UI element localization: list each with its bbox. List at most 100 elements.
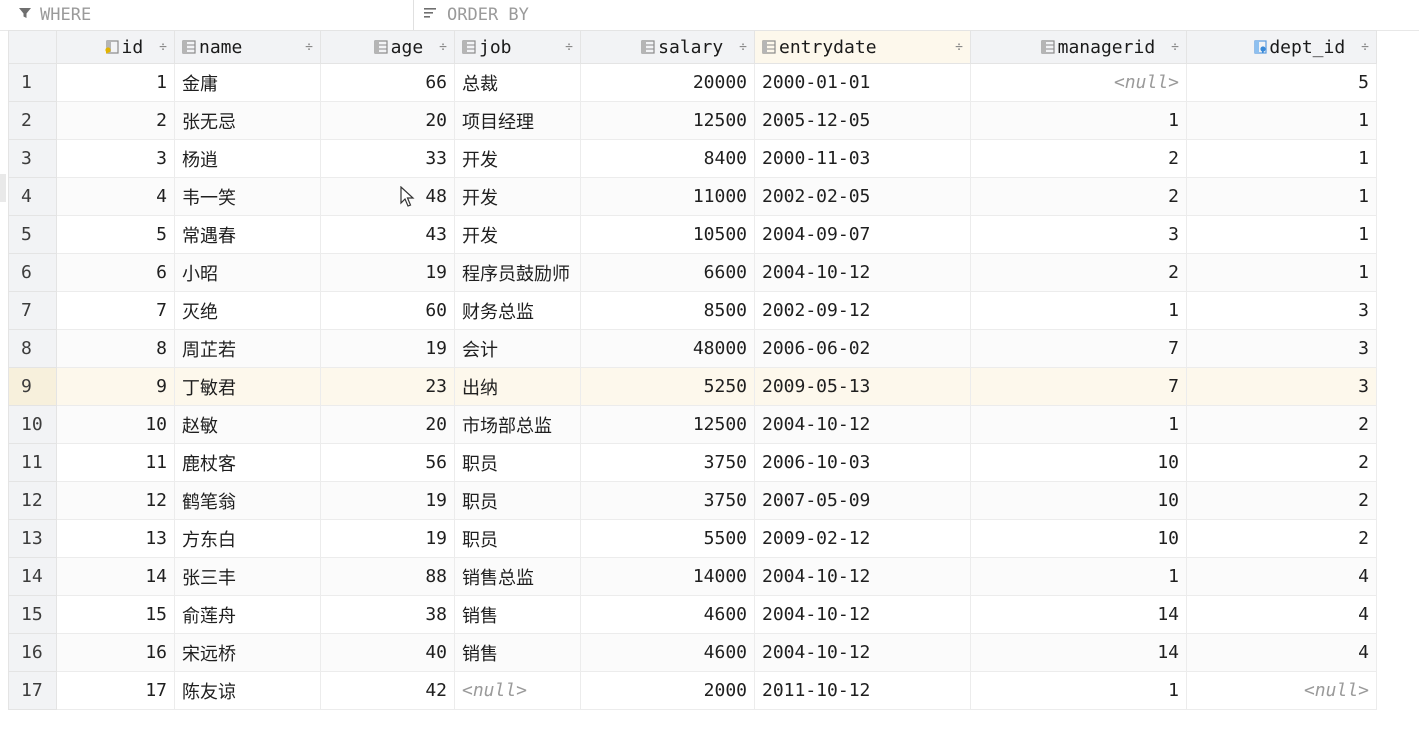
- cell-id[interactable]: 11: [56, 443, 175, 482]
- cell-managerid[interactable]: 1: [970, 101, 1187, 140]
- column-header-name[interactable]: name ÷: [174, 30, 321, 64]
- table-row[interactable]: 10 10 赵敏 20 市场部总监 12500 2004-10-12 1 2: [8, 405, 1377, 444]
- cell-dept_id[interactable]: 3: [1186, 367, 1377, 406]
- cell-salary[interactable]: 8500: [580, 291, 755, 330]
- cell-entrydate[interactable]: 2004-10-12: [754, 253, 971, 292]
- cell-age[interactable]: 19: [320, 519, 455, 558]
- table-row[interactable]: 5 5 常遇春 43 开发 10500 2004-09-07 3 1: [8, 215, 1377, 254]
- row-number[interactable]: 17: [8, 671, 57, 710]
- cell-age[interactable]: 66: [320, 63, 455, 102]
- cell-managerid[interactable]: 14: [970, 595, 1187, 634]
- cell-id[interactable]: 2: [56, 101, 175, 140]
- cell-id[interactable]: 5: [56, 215, 175, 254]
- cell-managerid[interactable]: 14: [970, 633, 1187, 672]
- cell-name[interactable]: 张无忌: [174, 101, 321, 140]
- cell-dept_id[interactable]: 4: [1186, 633, 1377, 672]
- cell-age[interactable]: 19: [320, 481, 455, 520]
- cell-dept_id[interactable]: 2: [1186, 405, 1377, 444]
- cell-age[interactable]: 23: [320, 367, 455, 406]
- table-row[interactable]: 7 7 灭绝 60 财务总监 8500 2002-09-12 1 3: [8, 291, 1377, 330]
- cell-managerid[interactable]: 1: [970, 557, 1187, 596]
- row-number[interactable]: 5: [8, 215, 57, 254]
- cell-job[interactable]: 销售: [454, 633, 581, 672]
- cell-entrydate[interactable]: 2002-09-12: [754, 291, 971, 330]
- cell-managerid[interactable]: 1: [970, 291, 1187, 330]
- table-row[interactable]: 12 12 鹤笔翁 19 职员 3750 2007-05-09 10 2: [8, 481, 1377, 520]
- cell-id[interactable]: 4: [56, 177, 175, 216]
- cell-name[interactable]: 韦一笑: [174, 177, 321, 216]
- cell-age[interactable]: 19: [320, 329, 455, 368]
- cell-id[interactable]: 3: [56, 139, 175, 178]
- row-number[interactable]: 1: [8, 63, 57, 102]
- table-row[interactable]: 3 3 杨逍 33 开发 8400 2000-11-03 2 1: [8, 139, 1377, 178]
- column-header-entrydate[interactable]: entrydate ÷: [754, 30, 971, 64]
- cell-job[interactable]: 程序员鼓励师: [454, 253, 581, 292]
- sort-toggle-icon[interactable]: ÷: [1171, 40, 1179, 55]
- table-row[interactable]: 2 2 张无忌 20 项目经理 12500 2005-12-05 1 1: [8, 101, 1377, 140]
- sort-toggle-icon[interactable]: ÷: [159, 40, 167, 55]
- cell-age[interactable]: 33: [320, 139, 455, 178]
- row-number[interactable]: 7: [8, 291, 57, 330]
- cell-salary[interactable]: 10500: [580, 215, 755, 254]
- cell-dept_id[interactable]: 1: [1186, 101, 1377, 140]
- row-number[interactable]: 16: [8, 633, 57, 672]
- cell-entrydate[interactable]: 2000-01-01: [754, 63, 971, 102]
- cell-dept_id[interactable]: 1: [1186, 253, 1377, 292]
- cell-id[interactable]: 7: [56, 291, 175, 330]
- cell-job[interactable]: 职员: [454, 519, 581, 558]
- cell-job[interactable]: 职员: [454, 443, 581, 482]
- cell-id[interactable]: 13: [56, 519, 175, 558]
- cell-salary[interactable]: 6600: [580, 253, 755, 292]
- cell-job[interactable]: <null>: [454, 671, 581, 710]
- cell-entrydate[interactable]: 2007-05-09: [754, 481, 971, 520]
- row-number[interactable]: 2: [8, 101, 57, 140]
- cell-name[interactable]: 俞莲舟: [174, 595, 321, 634]
- table-row[interactable]: 13 13 方东白 19 职员 5500 2009-02-12 10 2: [8, 519, 1377, 558]
- cell-entrydate[interactable]: 2011-10-12: [754, 671, 971, 710]
- cell-id[interactable]: 17: [56, 671, 175, 710]
- row-number[interactable]: 4: [8, 177, 57, 216]
- row-number[interactable]: 15: [8, 595, 57, 634]
- cell-salary[interactable]: 5500: [580, 519, 755, 558]
- cell-dept_id[interactable]: 2: [1186, 443, 1377, 482]
- row-number[interactable]: 9: [8, 367, 57, 406]
- column-header-managerid[interactable]: managerid ÷: [970, 30, 1187, 64]
- cell-age[interactable]: 42: [320, 671, 455, 710]
- cell-managerid[interactable]: 3: [970, 215, 1187, 254]
- cell-age[interactable]: 56: [320, 443, 455, 482]
- cell-salary[interactable]: 12500: [580, 101, 755, 140]
- cell-salary[interactable]: 20000: [580, 63, 755, 102]
- cell-entrydate[interactable]: 2004-10-12: [754, 405, 971, 444]
- row-number[interactable]: 8: [8, 329, 57, 368]
- cell-job[interactable]: 总裁: [454, 63, 581, 102]
- cell-name[interactable]: 丁敏君: [174, 367, 321, 406]
- cell-job[interactable]: 销售: [454, 595, 581, 634]
- cell-age[interactable]: 20: [320, 405, 455, 444]
- row-number[interactable]: 3: [8, 139, 57, 178]
- cell-age[interactable]: 88: [320, 557, 455, 596]
- row-number[interactable]: 11: [8, 443, 57, 482]
- cell-salary[interactable]: 4600: [580, 633, 755, 672]
- cell-dept_id[interactable]: 4: [1186, 557, 1377, 596]
- sort-toggle-icon[interactable]: ÷: [955, 40, 963, 55]
- cell-dept_id[interactable]: 3: [1186, 291, 1377, 330]
- cell-id[interactable]: 16: [56, 633, 175, 672]
- cell-entrydate[interactable]: 2004-10-12: [754, 557, 971, 596]
- cell-job[interactable]: 开发: [454, 215, 581, 254]
- cell-name[interactable]: 周芷若: [174, 329, 321, 368]
- row-number[interactable]: 6: [8, 253, 57, 292]
- cell-salary[interactable]: 3750: [580, 481, 755, 520]
- table-row[interactable]: 6 6 小昭 19 程序员鼓励师 6600 2004-10-12 2 1: [8, 253, 1377, 292]
- where-filter-field[interactable]: WHERE: [0, 0, 414, 30]
- cell-managerid[interactable]: 2: [970, 139, 1187, 178]
- table-row[interactable]: 15 15 俞莲舟 38 销售 4600 2004-10-12 14 4: [8, 595, 1377, 634]
- column-header-age[interactable]: age ÷: [320, 30, 455, 64]
- cell-name[interactable]: 赵敏: [174, 405, 321, 444]
- sort-toggle-icon[interactable]: ÷: [305, 40, 313, 55]
- cell-id[interactable]: 8: [56, 329, 175, 368]
- cell-entrydate[interactable]: 2006-06-02: [754, 329, 971, 368]
- cell-dept_id[interactable]: 1: [1186, 215, 1377, 254]
- cell-dept_id[interactable]: 2: [1186, 519, 1377, 558]
- cell-managerid[interactable]: 2: [970, 177, 1187, 216]
- table-row[interactable]: 14 14 张三丰 88 销售总监 14000 2004-10-12 1 4: [8, 557, 1377, 596]
